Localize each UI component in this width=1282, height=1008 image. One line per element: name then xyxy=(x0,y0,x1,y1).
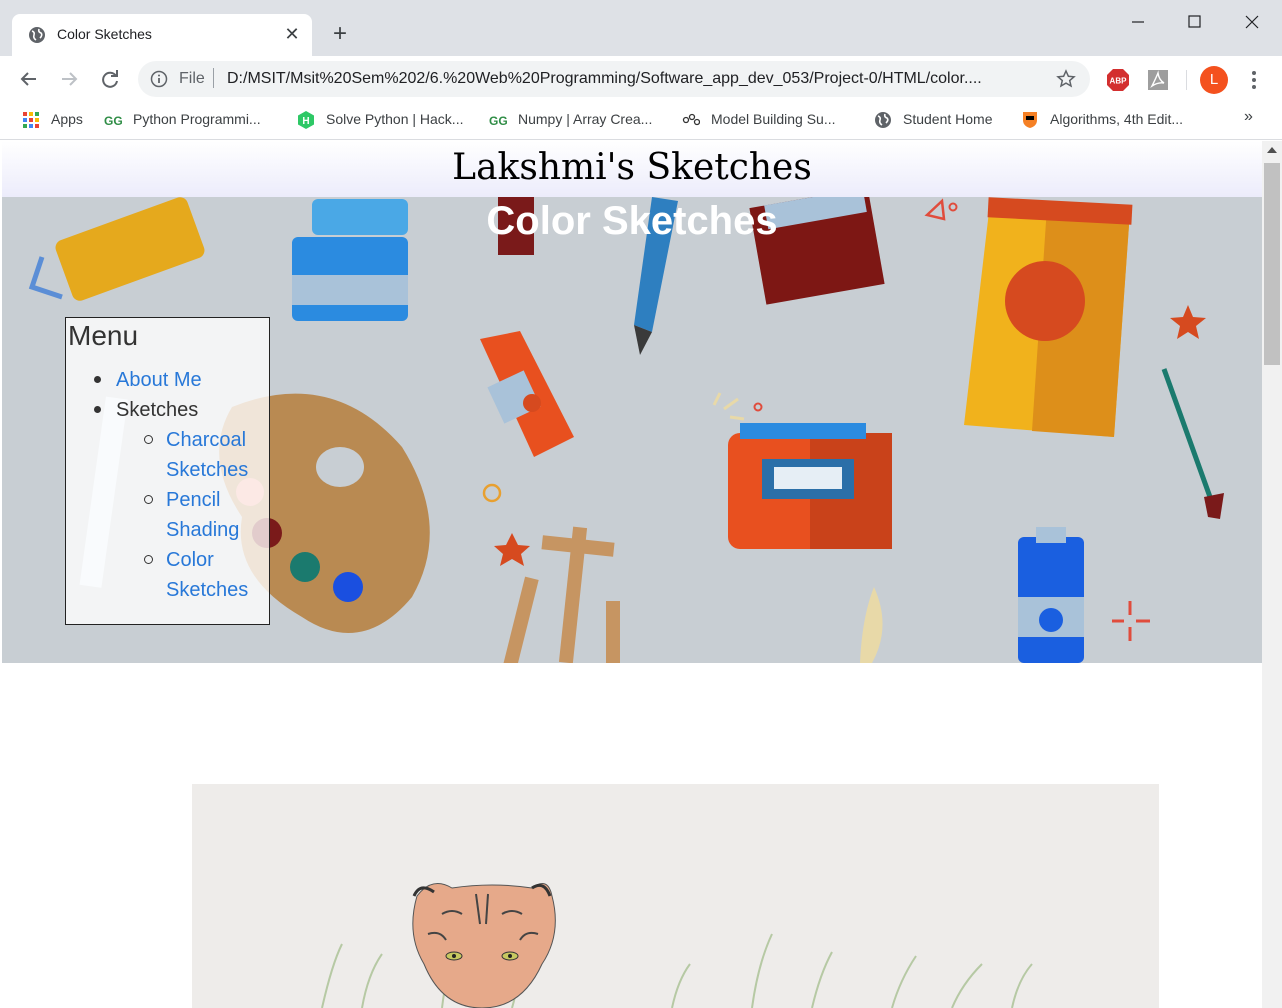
more-menu-icon[interactable] xyxy=(1244,66,1264,94)
geeksforgeeks-icon: GG xyxy=(104,114,122,128)
menu-link-about-me[interactable]: About Me xyxy=(116,365,202,395)
svg-text:GG: GG xyxy=(489,114,507,128)
scroll-up-arrow-icon[interactable] xyxy=(1267,147,1277,153)
extension-separator xyxy=(1186,70,1187,90)
tiger-sketch-drawing xyxy=(192,784,1159,1008)
bookmark-label: Solve Python | Hack... xyxy=(326,111,464,127)
reload-icon[interactable] xyxy=(96,65,124,93)
menu-link-line: Color xyxy=(166,549,214,571)
bookmark-star-icon[interactable] xyxy=(1056,69,1076,89)
menu-link-line: Sketches xyxy=(166,579,249,601)
info-icon[interactable] xyxy=(150,70,168,88)
model-icon xyxy=(682,113,700,126)
forward-arrow-icon[interactable] xyxy=(55,65,83,93)
geeksforgeeks-icon: GG xyxy=(489,114,507,128)
page-viewport: Lakshmi's Sketches Color Sketches Menu A… xyxy=(2,141,1262,1008)
bullet-icon xyxy=(94,406,101,413)
menu-link-line: Charcoal xyxy=(166,429,247,451)
minimize-icon[interactable] xyxy=(1118,8,1158,36)
menu-link-line: Sketches xyxy=(166,459,249,481)
tab-title: Color Sketches xyxy=(57,26,152,42)
page-margin xyxy=(2,663,8,1008)
bookmarks-overflow-icon[interactable]: » xyxy=(1244,108,1253,126)
bookmark-label: Numpy | Array Crea... xyxy=(518,111,653,127)
menu-link-pencil-shading[interactable]: Pencil Shading xyxy=(166,485,239,545)
princeton-shield-icon xyxy=(1023,112,1037,128)
hackerrank-icon: H xyxy=(298,111,314,129)
page-heading: Color Sketches xyxy=(486,199,778,243)
globe-icon xyxy=(29,27,45,43)
adblock-icon[interactable]: ABP xyxy=(1106,68,1130,92)
scroll-thumb[interactable] xyxy=(1264,163,1280,365)
nav-menu: Menu About Me Sketches Charcoal Sketches… xyxy=(65,317,270,625)
profile-avatar[interactable]: L xyxy=(1200,66,1228,94)
menu-link-charcoal-sketches[interactable]: Charcoal Sketches xyxy=(166,425,248,485)
url-text[interactable]: D:/MSIT/Msit%20Sem%202/6.%20Web%20Progra… xyxy=(227,70,1047,88)
sub-bullet-icon xyxy=(144,555,153,564)
browser-toolbar: File D:/MSIT/Msit%20Sem%202/6.%20Web%20P… xyxy=(0,56,1282,102)
bookmark-label: Student Home xyxy=(903,111,993,127)
bookmark-label: Apps xyxy=(51,111,83,127)
menu-link-line: Shading xyxy=(166,519,240,541)
tab-strip: Color Sketches ✕ + xyxy=(0,0,1282,56)
svg-text:H: H xyxy=(302,116,309,127)
menu-heading: Menu xyxy=(68,320,139,351)
svg-text:GG: GG xyxy=(104,114,122,128)
window-close-icon[interactable] xyxy=(1232,8,1272,36)
bullet-icon xyxy=(94,376,101,383)
sub-bullet-icon xyxy=(144,435,153,444)
file-scheme-label: File xyxy=(179,70,205,87)
menu-link-line: Pencil xyxy=(166,489,221,511)
bookmark-label: Model Building Su... xyxy=(711,111,836,127)
menu-item-sketches: Sketches xyxy=(116,399,199,421)
bookmarks-bar: Apps GG Python Programmi... H Solve Pyth… xyxy=(0,102,1282,140)
menu-link-color-sketches[interactable]: Color Sketches xyxy=(166,545,248,605)
bookmark-label: Python Programmi... xyxy=(133,111,261,127)
site-header: Lakshmi's Sketches xyxy=(2,141,1262,197)
tiger-sketch-image[interactable] xyxy=(192,784,1159,1008)
apps-grid-icon xyxy=(23,112,39,128)
globe-icon xyxy=(875,112,891,128)
maximize-icon[interactable] xyxy=(1174,8,1214,36)
banner: Color Sketches Menu About Me Sketches Ch… xyxy=(2,197,1262,663)
sub-bullet-icon xyxy=(144,495,153,504)
svg-text:ABP: ABP xyxy=(1110,77,1128,86)
site-title: Lakshmi's Sketches xyxy=(452,147,812,188)
url-separator xyxy=(213,68,214,88)
bookmark-label: Algorithms, 4th Edit... xyxy=(1050,111,1184,127)
tab-close-icon[interactable]: ✕ xyxy=(282,24,302,44)
vertical-scrollbar[interactable] xyxy=(1262,141,1282,1008)
new-tab-button[interactable]: + xyxy=(326,20,354,48)
browser-tab[interactable]: Color Sketches ✕ xyxy=(12,14,312,56)
pdf-extension-icon[interactable] xyxy=(1146,68,1170,92)
back-arrow-icon[interactable] xyxy=(15,65,43,93)
address-bar[interactable]: File D:/MSIT/Msit%20Sem%202/6.%20Web%20P… xyxy=(138,61,1090,97)
